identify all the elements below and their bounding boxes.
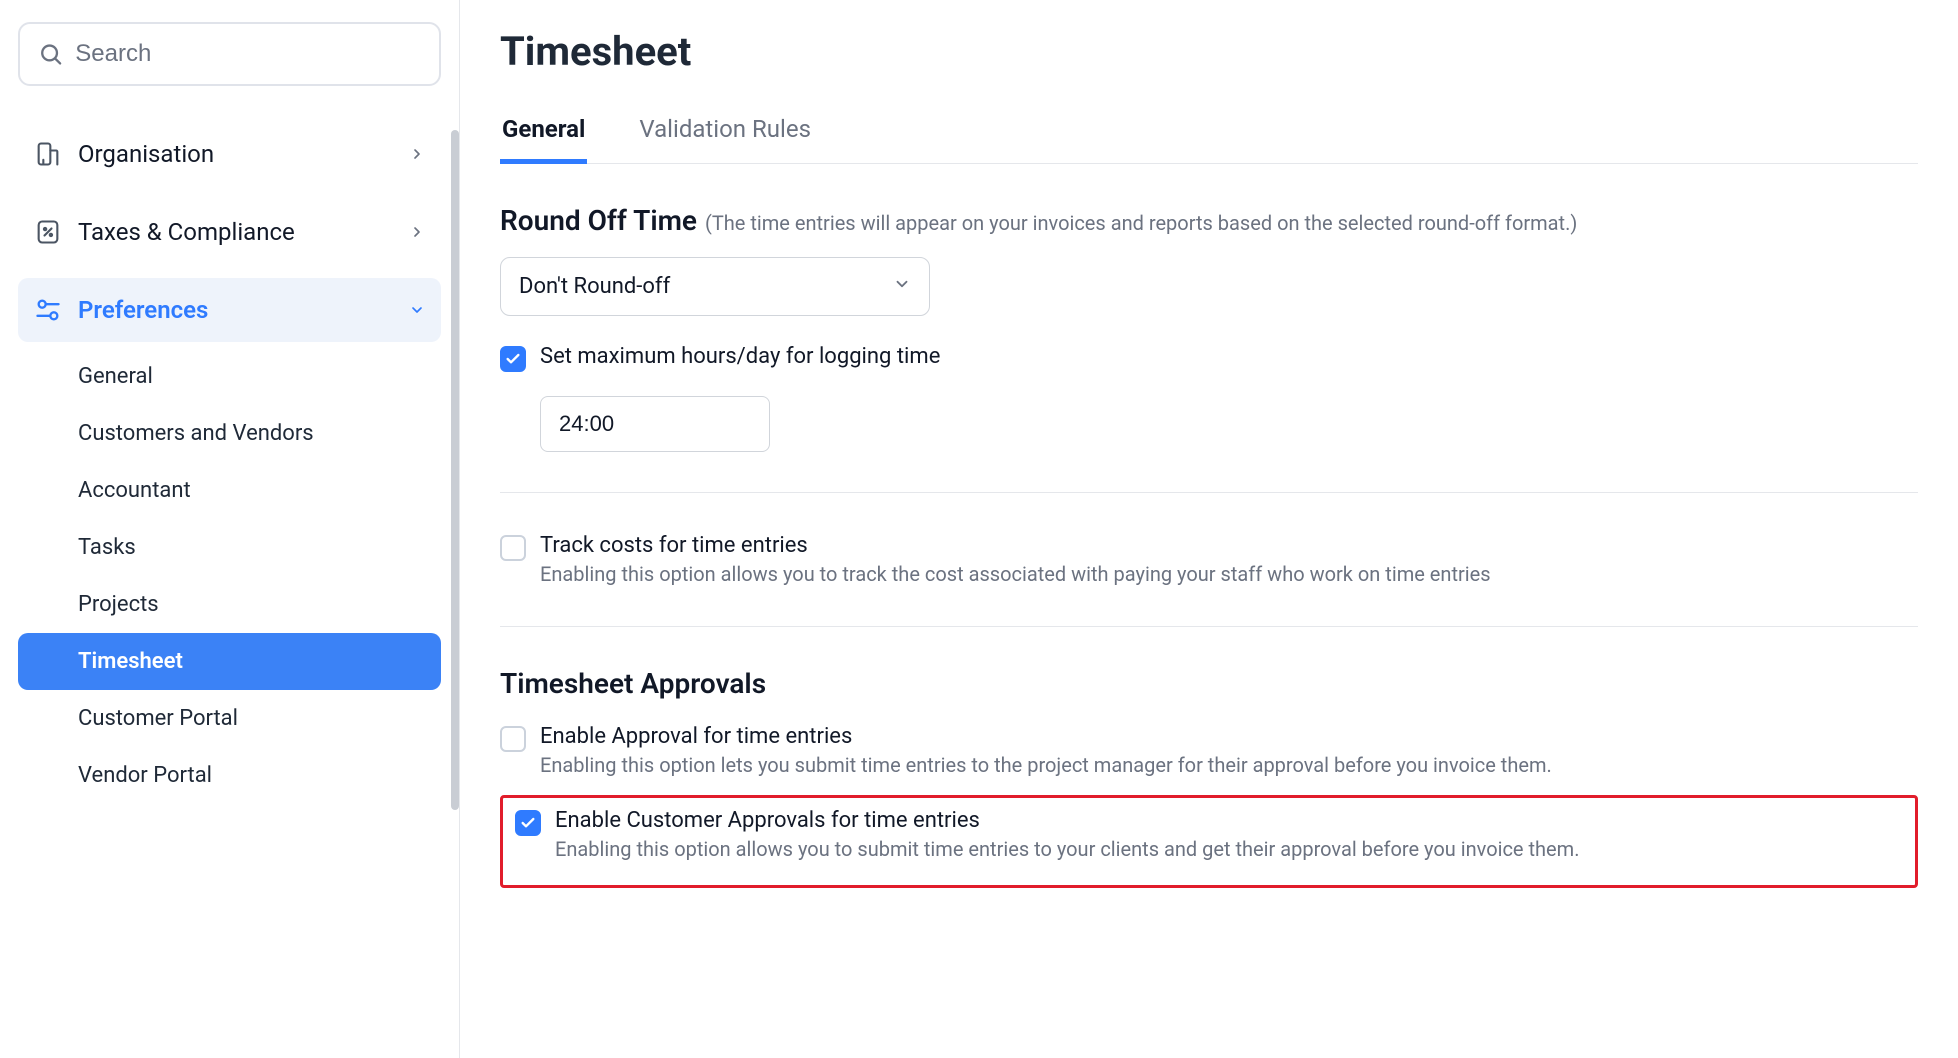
main-content: Timesheet General Validation Rules Round… (460, 0, 1958, 1058)
sub-item-customers[interactable]: Customers and Vendors (18, 405, 441, 462)
chevron-down-icon (893, 274, 911, 299)
chevron-down-icon (409, 296, 425, 324)
round-off-select-value: Don't Round-off (519, 274, 670, 299)
building-icon (34, 140, 62, 168)
divider (500, 492, 1918, 493)
page-title: Timesheet (500, 28, 1918, 75)
sub-item-label: Timesheet (78, 649, 183, 674)
sidebar-item-organisation[interactable]: Organisation (18, 122, 441, 186)
search-container[interactable] (18, 22, 441, 86)
percent-file-icon (34, 218, 62, 246)
track-costs-label: Track costs for time entries (540, 533, 1491, 558)
round-off-title: Round Off Time (500, 204, 697, 237)
sliders-icon (34, 296, 62, 324)
enable-customer-approval-checkbox[interactable] (515, 810, 541, 836)
max-hours-checkbox[interactable] (500, 346, 526, 372)
enable-approval-checkbox[interactable] (500, 726, 526, 752)
round-off-select[interactable]: Don't Round-off (500, 257, 930, 316)
tab-general[interactable]: General (500, 115, 587, 164)
sub-item-timesheet[interactable]: Timesheet (18, 633, 441, 690)
track-costs-section: Track costs for time entries Enabling th… (500, 533, 1918, 586)
sub-item-label: Customer Portal (78, 706, 238, 731)
round-off-hint: (The time entries will appear on your in… (705, 211, 1577, 235)
search-input[interactable] (75, 40, 421, 68)
max-hours-label: Set maximum hours/day for logging time (540, 344, 940, 369)
round-off-section: Round Off Time (The time entries will ap… (500, 204, 1918, 452)
sidebar-item-label: Organisation (78, 140, 214, 168)
sub-item-general[interactable]: General (18, 348, 441, 405)
enable-approval-label: Enable Approval for time entries (540, 724, 1552, 749)
customer-approval-highlight: Enable Customer Approvals for time entri… (500, 795, 1918, 888)
track-costs-checkbox[interactable] (500, 535, 526, 561)
enable-customer-approval-label: Enable Customer Approvals for time entri… (555, 808, 1579, 833)
tabs: General Validation Rules (500, 115, 1918, 164)
sub-item-label: Tasks (78, 535, 136, 560)
sub-item-projects[interactable]: Projects (18, 576, 441, 633)
chevron-right-icon (409, 218, 425, 246)
divider (500, 626, 1918, 627)
sub-item-accountant[interactable]: Accountant (18, 462, 441, 519)
sub-item-label: Projects (78, 592, 159, 617)
tab-validation-rules[interactable]: Validation Rules (637, 115, 813, 164)
approvals-section: Timesheet Approvals Enable Approval for … (500, 667, 1918, 888)
enable-approval-desc: Enabling this option lets you submit tim… (540, 753, 1552, 777)
max-hours-input[interactable] (540, 396, 770, 452)
track-costs-desc: Enabling this option allows you to track… (540, 562, 1491, 586)
sub-item-label: General (78, 364, 153, 389)
enable-customer-approval-desc: Enabling this option allows you to submi… (555, 837, 1579, 861)
sidebar-item-taxes[interactable]: Taxes & Compliance (18, 200, 441, 264)
sidebar: Organisation Taxes & Compliance (0, 0, 460, 1058)
sub-item-vendor-portal[interactable]: Vendor Portal (18, 747, 441, 804)
sidebar-scrollbar[interactable] (451, 130, 459, 810)
approvals-title: Timesheet Approvals (500, 667, 766, 700)
preferences-submenu: General Customers and Vendors Accountant… (18, 348, 441, 804)
sub-item-tasks[interactable]: Tasks (18, 519, 441, 576)
sub-item-customer-portal[interactable]: Customer Portal (18, 690, 441, 747)
sub-item-label: Customers and Vendors (78, 421, 314, 446)
search-icon (38, 40, 63, 68)
chevron-right-icon (409, 140, 425, 168)
sub-item-label: Accountant (78, 478, 191, 503)
sub-item-label: Vendor Portal (78, 763, 212, 788)
sidebar-item-label: Preferences (78, 296, 208, 324)
sidebar-item-label: Taxes & Compliance (78, 218, 295, 246)
sidebar-item-preferences[interactable]: Preferences (18, 278, 441, 342)
